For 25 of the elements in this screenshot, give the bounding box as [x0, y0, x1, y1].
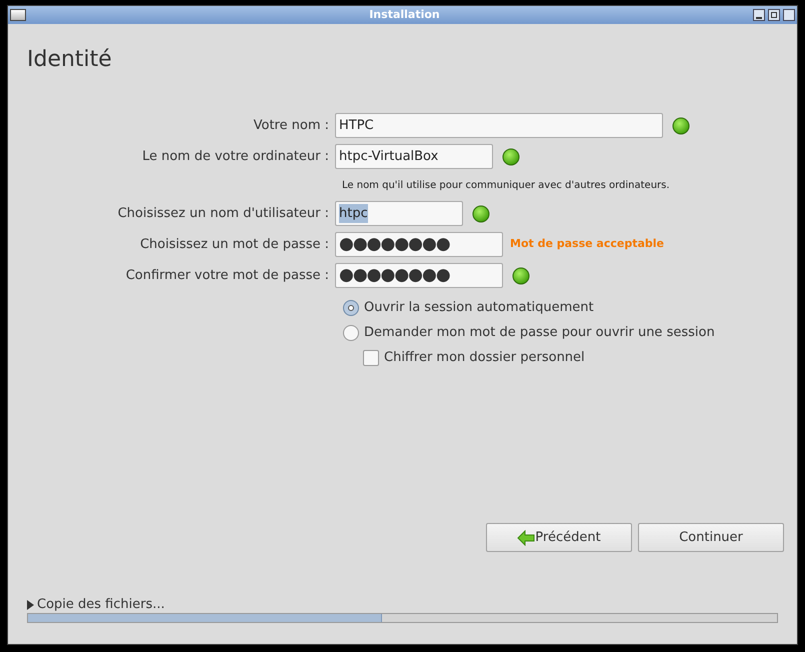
left-arrow-icon [517, 530, 536, 546]
text-field[interactable]: htpc [335, 201, 463, 226]
progress-expander[interactable]: Copie des fichiers... [27, 596, 165, 613]
field-label: Choisissez un nom d'utilisateur : [116, 204, 330, 223]
field-hint: Le nom qu'il utilise pour communiquer avec d'autres ordinateurs. [342, 180, 670, 191]
field-label: Le nom de votre ordinateur : [141, 148, 330, 166]
minimize-icon[interactable] [753, 9, 765, 21]
window-title: Installation [369, 6, 440, 23]
password-field[interactable]: ●●●●●●●● [335, 232, 503, 257]
window-menu-icon[interactable] [10, 9, 26, 21]
radio-option[interactable]: Demander mon mot de passe pour ouvrir une session [343, 320, 715, 345]
field-label: Confirmer votre mot de passe : [124, 266, 330, 285]
radio-option[interactable]: Ouvrir la session automatiquement [343, 295, 594, 320]
back-button[interactable]: Précédent [486, 523, 632, 552]
password-strength: Mot de passe acceptable [510, 236, 664, 252]
checkbox-option[interactable]: Chiffrer mon dossier personnel [363, 345, 585, 370]
password-field[interactable]: ●●●●●●●● [335, 263, 503, 288]
text-field[interactable]: htpc-VirtualBox [335, 144, 493, 169]
text-field[interactable]: HTPC [335, 113, 663, 138]
continue-button[interactable]: Continuer [638, 523, 784, 552]
expander-arrow-icon [27, 600, 34, 610]
maximize-icon[interactable] [768, 9, 780, 21]
field-label: Choisissez un mot de passe : [139, 236, 330, 254]
page-heading: Identité [27, 46, 113, 74]
field-label: Votre nom : [252, 116, 330, 135]
